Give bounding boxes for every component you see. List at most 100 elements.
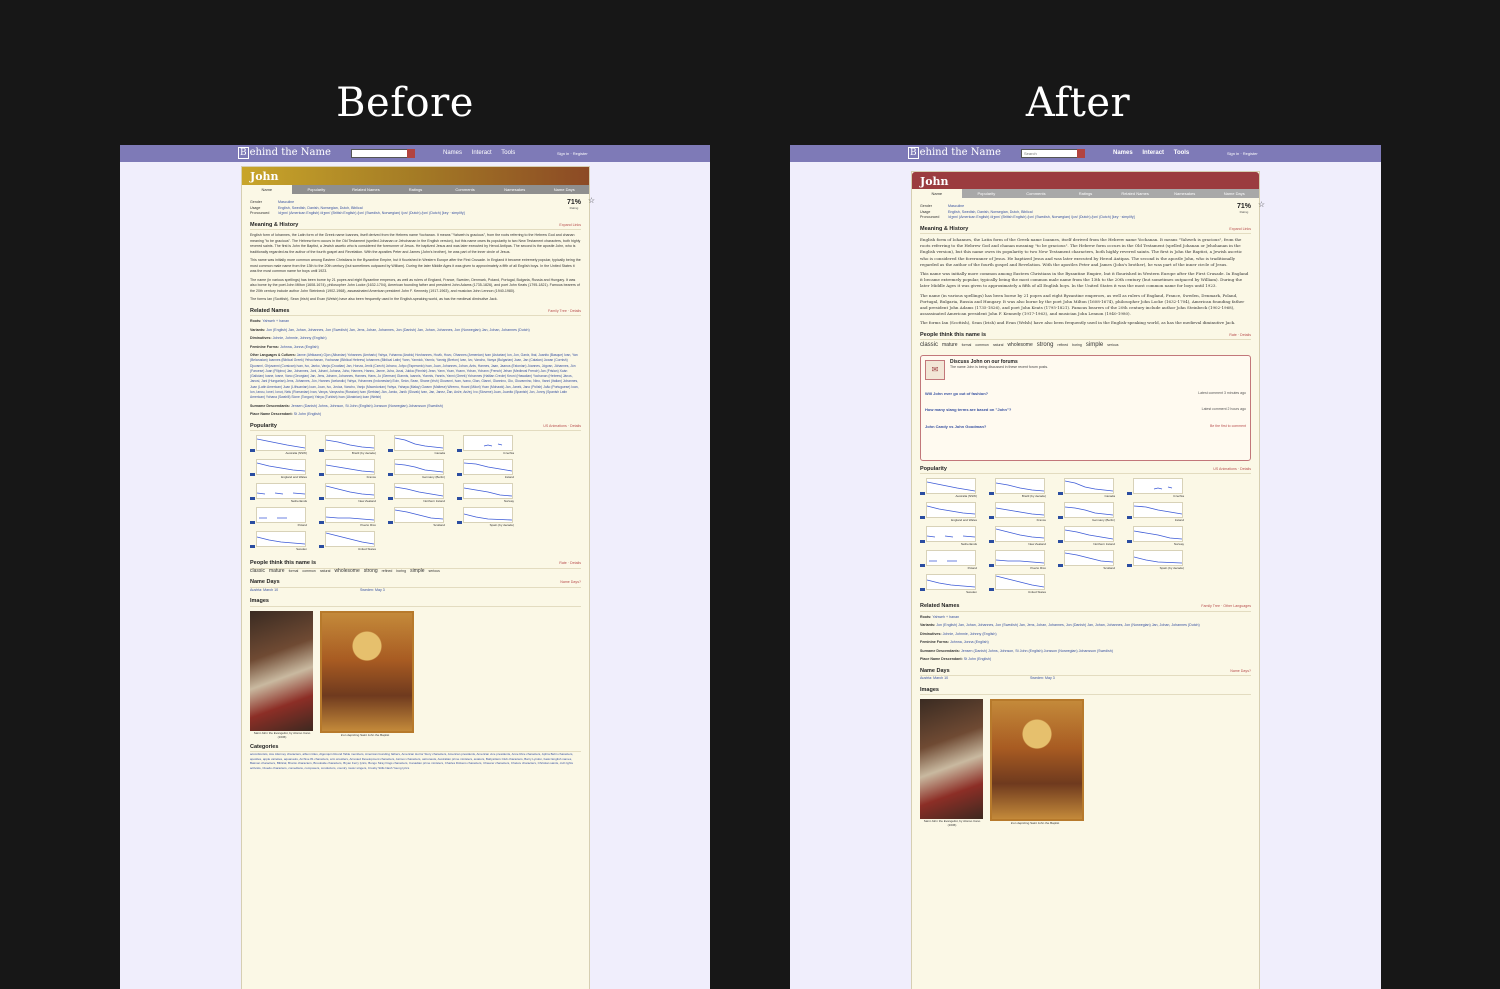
forum-post[interactable]: Will John ever go out of fashion? Latest … (925, 391, 1246, 397)
chart-label: Sweden (966, 589, 977, 594)
related-links[interactable]: Family Tree · Other Languages (1201, 604, 1251, 610)
tab-name[interactable]: Name (242, 185, 292, 194)
popularity-chart[interactable]: Czechia (457, 435, 522, 456)
tab-name-days[interactable]: Name Days (539, 185, 589, 194)
tab-related-names[interactable]: Related Names (341, 185, 391, 194)
nav-interact[interactable]: Interact (472, 150, 492, 156)
search-button[interactable] (407, 149, 415, 158)
popularity-chart[interactable]: Czechia (1127, 478, 1192, 499)
popularity-chart[interactable]: United States (989, 574, 1054, 595)
account-links: Sign in · Register (557, 151, 588, 156)
sign-in-link[interactable]: Sign in (1227, 151, 1239, 156)
search-button[interactable] (1077, 149, 1085, 158)
popularity-chart[interactable]: Scotland (1058, 550, 1123, 571)
evangelist-painting[interactable] (920, 699, 983, 820)
popularity-chart[interactable]: Norway (1127, 526, 1192, 547)
popularity-chart[interactable]: Spain (by decade) (1127, 550, 1192, 571)
nav-names[interactable]: Names (443, 150, 462, 156)
name-days-link[interactable]: Name Days? (1230, 669, 1251, 675)
popularity-chart[interactable]: Scotland (388, 507, 453, 528)
baptist-icon-image[interactable] (320, 610, 414, 733)
expand-links[interactable]: Expand Links (559, 223, 581, 229)
tab-name-days[interactable]: Name Days (1209, 189, 1259, 198)
popularity-chart[interactable]: Canada (1058, 478, 1123, 499)
popularity-chart[interactable]: England and Wales (250, 459, 315, 480)
star-icon[interactable]: ☆ (1258, 201, 1265, 208)
sparkline (394, 459, 444, 476)
popularity-chart[interactable]: Poland (250, 507, 315, 528)
related-row: Diminutives: Johnie, Johnnie, Johnny (En… (920, 631, 997, 636)
popularity-chart[interactable]: Spain (by decade) (457, 507, 522, 528)
chart-label: Puerto Rico (360, 522, 376, 527)
nav-tools[interactable]: Tools (1174, 150, 1190, 156)
popularity-chart[interactable]: Sweden (920, 574, 985, 595)
tab-namesakes[interactable]: Namesakes (1160, 189, 1210, 198)
search-input[interactable]: Search (1021, 149, 1085, 158)
related-row: Place Name Descendant: St John (English) (250, 412, 322, 417)
popularity-chart[interactable]: Ireland (457, 459, 522, 480)
register-link[interactable]: Register (1243, 151, 1258, 156)
popularity-chart[interactable]: New Zealand (989, 526, 1054, 547)
popularity-chart[interactable]: Poland (920, 550, 985, 571)
popularity-chart[interactable]: Brazil (by decade) (319, 435, 384, 456)
popularity-chart[interactable]: Netherlands (250, 483, 315, 504)
popularity-chart[interactable]: Ireland (1127, 502, 1192, 523)
flag-icon (989, 588, 994, 592)
forum-post[interactable]: John Candy vs John Goodman? Be the first … (925, 424, 1246, 430)
popularity-chart[interactable]: Sweden (250, 531, 315, 552)
popularity-chart[interactable]: New Zealand (319, 483, 384, 504)
nav-tools[interactable]: Tools (501, 150, 515, 156)
people-links[interactable]: Rate · Details (559, 561, 581, 567)
baptist-icon-image[interactable] (990, 699, 1084, 822)
tab-popularity[interactable]: Popularity (292, 185, 342, 194)
popularity-chart[interactable]: Australia (NSW) (250, 435, 315, 456)
nav-interact[interactable]: Interact (1142, 150, 1164, 156)
tab-popularity[interactable]: Popularity (962, 189, 1012, 198)
tab-namesakes[interactable]: Namesakes (490, 185, 540, 194)
forum-post[interactable]: How many slang terms are based on "John"… (925, 407, 1246, 413)
popularity-chart[interactable]: Australia (NSW) (920, 478, 985, 499)
flag-icon (920, 564, 925, 568)
related-row: Variants: Jon (English) Jan, Johan, Joha… (920, 623, 1200, 628)
popularity-chart[interactable]: Puerto Rico (319, 507, 384, 528)
popularity-chart[interactable]: France (989, 502, 1054, 523)
tab-ratings[interactable]: Ratings (391, 185, 441, 194)
popularity-chart[interactable]: Brazil (by decade) (989, 478, 1054, 499)
expand-links[interactable]: Expand Links (1229, 227, 1251, 233)
chart-label: Czechia (1173, 493, 1184, 498)
nav-names[interactable]: Names (1113, 150, 1133, 156)
tab-ratings[interactable]: Ratings (1061, 189, 1111, 198)
search-input[interactable] (351, 149, 409, 158)
popularity-chart[interactable]: Canada (388, 435, 453, 456)
site-logo[interactable]: Behind the Name (238, 147, 331, 159)
popularity-links[interactable]: US Animations · Details (1213, 467, 1251, 473)
popularity-chart[interactable]: Germany (Berlin) (1058, 502, 1123, 523)
sparkline (394, 483, 444, 500)
evangelist-painting[interactable] (250, 610, 313, 731)
chart-label: Spain (by decade) (489, 522, 514, 527)
chart-label: Northern Ireland (423, 498, 445, 503)
popularity-chart[interactable]: United States (319, 531, 384, 552)
name-days-link[interactable]: Name Days? (560, 580, 581, 586)
popularity-chart[interactable]: Puerto Rico (989, 550, 1054, 571)
tab-related-names[interactable]: Related Names (1110, 189, 1160, 198)
popularity-chart[interactable]: England and Wales (920, 502, 985, 523)
popularity-chart[interactable]: Netherlands (920, 526, 985, 547)
tab-comments[interactable]: Comments (440, 185, 490, 194)
sign-in-link[interactable]: Sign in (557, 151, 569, 156)
popularity-chart[interactable]: Germany (Berlin) (388, 459, 453, 480)
popularity-chart[interactable]: Northern Ireland (388, 483, 453, 504)
flag-icon (1058, 540, 1063, 544)
tab-comments[interactable]: Comments (1011, 189, 1061, 198)
register-link[interactable]: Register (573, 151, 588, 156)
name-card: John Name Popularity Comments Ratings Re… (911, 171, 1265, 989)
people-links[interactable]: Rate · Details (1229, 333, 1251, 339)
popularity-links[interactable]: US Animations · Details (543, 424, 581, 430)
star-icon[interactable]: ☆ (588, 197, 595, 204)
popularity-chart[interactable]: Norway (457, 483, 522, 504)
related-links[interactable]: Family Tree · Details (548, 309, 581, 315)
tab-name[interactable]: Name (912, 189, 962, 198)
popularity-chart[interactable]: Northern Ireland (1058, 526, 1123, 547)
popularity-chart[interactable]: France (319, 459, 384, 480)
site-logo[interactable]: Behind the Name (908, 147, 1001, 159)
